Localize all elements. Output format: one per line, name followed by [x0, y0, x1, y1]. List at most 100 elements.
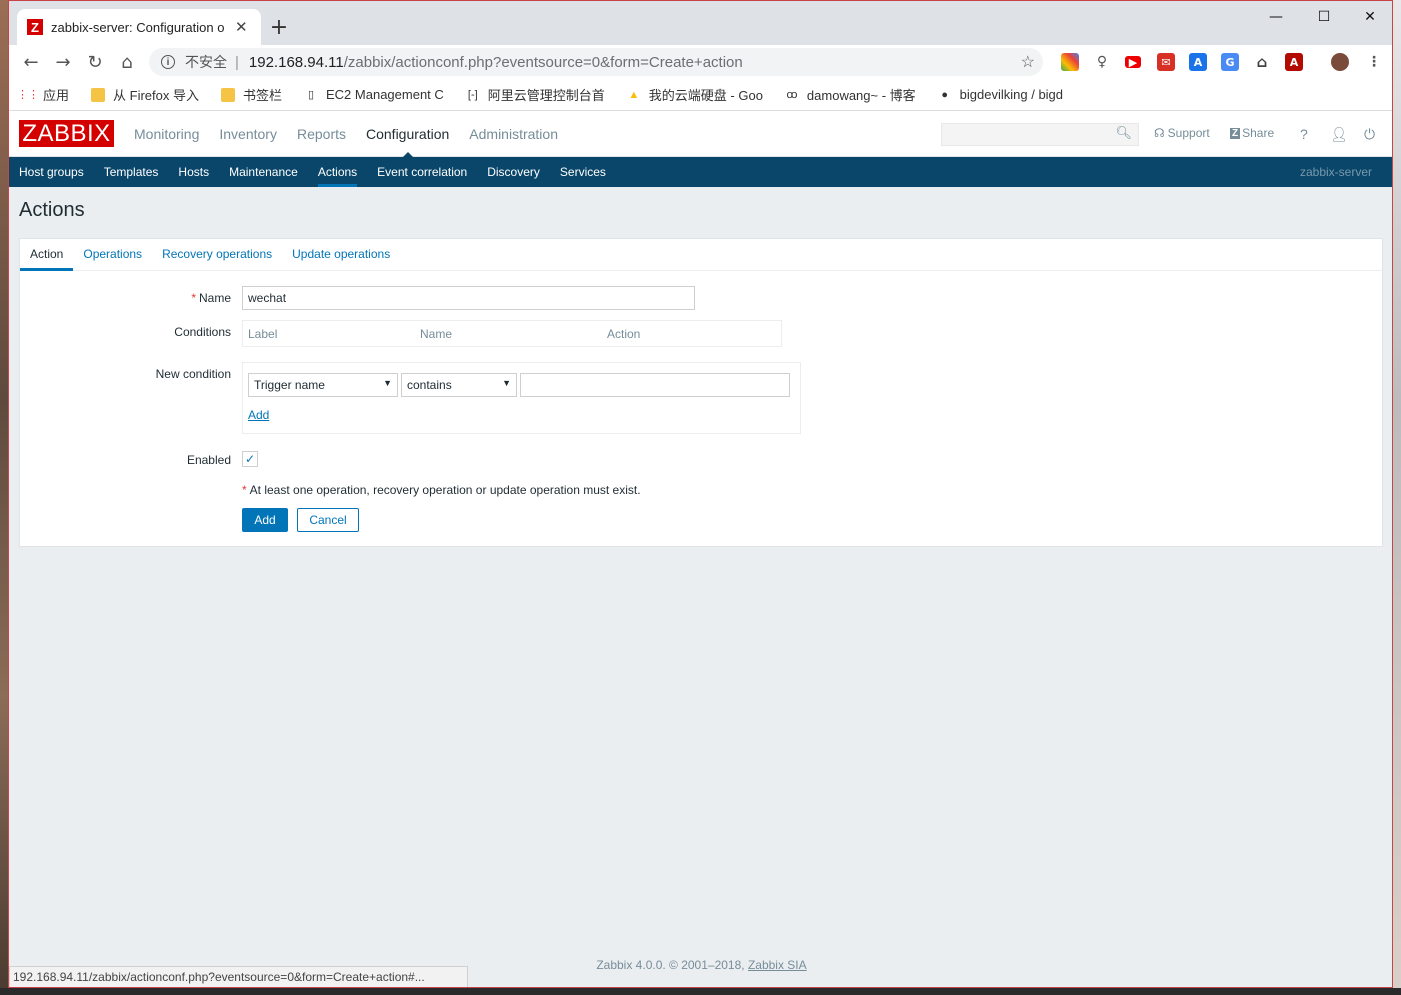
extension-mail-icon[interactable]: ✉: [1157, 53, 1175, 71]
support-link[interactable]: ☊ Support: [1154, 126, 1210, 140]
dropdown-arrow-icon: ▼: [383, 378, 392, 388]
apps-grid-icon: ⋮⋮: [17, 89, 39, 101]
dropdown-arrow-icon: ▼: [502, 378, 511, 388]
drive-icon: ▲: [628, 88, 640, 101]
submenu-templates[interactable]: Templates: [94, 157, 169, 187]
main-menu: Monitoring Inventory Reports Configurati…: [124, 111, 568, 158]
name-label: * Name: [191, 291, 231, 305]
bookmark-blog[interactable]: ꝏ damowang~ - 博客: [785, 85, 915, 104]
enabled-checkbox[interactable]: ✓: [242, 451, 258, 467]
submenu-discovery[interactable]: Discovery: [477, 157, 550, 187]
address-bar[interactable]: i 不安全 | 192.168.94.11 /zabbix/actionconf…: [149, 48, 1043, 76]
conditions-table: Label Name Action: [242, 320, 782, 347]
extension-translate-icon[interactable]: A: [1189, 53, 1207, 71]
tab-title: zabbix-server: Configuration o: [51, 19, 225, 35]
tab-operations[interactable]: Operations: [73, 238, 152, 270]
page-icon: ▯: [307, 89, 315, 101]
minimize-icon[interactable]: —: [1253, 5, 1299, 29]
user-profile-icon[interactable]: 👤︎: [1330, 126, 1348, 143]
browser-titlebar: Z zabbix-server: Configuration o ✕ + — ☐…: [9, 1, 1392, 45]
submenu-hosts[interactable]: Hosts: [168, 157, 219, 187]
conditions-header-name: Name: [420, 327, 453, 341]
extension-bulb-icon[interactable]: ♀: [1093, 53, 1111, 71]
bookmark-ec2[interactable]: ▯ EC2 Management C: [304, 87, 444, 102]
close-window-icon[interactable]: ✕: [1347, 5, 1392, 29]
bookmarks-bar: ⋮⋮ 应用 从 Firefox 导入 书签栏 ▯ EC2 Management C …: [9, 79, 1392, 111]
url-host: 192.168.94.11: [248, 53, 344, 71]
url-separator: |: [235, 53, 239, 71]
add-button[interactable]: Add: [242, 508, 288, 532]
zabbix-logo[interactable]: ZABBIX: [19, 120, 114, 147]
browser-tab[interactable]: Z zabbix-server: Configuration o ✕: [17, 9, 261, 45]
bookmark-github[interactable]: ● bigdevilking / bigd: [938, 87, 1063, 102]
action-form-card: Action Operations Recovery operations Up…: [19, 238, 1383, 547]
browser-toolbar: ← → ↻ ⌂ i 不安全 | 192.168.94.11 /zabbix/ac…: [9, 45, 1392, 79]
insecure-label: 不安全: [185, 54, 227, 70]
condition-operator-select[interactable]: contains ▼: [401, 373, 517, 397]
submenu-maintenance[interactable]: Maintenance: [219, 157, 308, 187]
site-info-icon[interactable]: i: [161, 55, 175, 69]
menu-inventory[interactable]: Inventory: [209, 126, 287, 142]
bookmark-apps[interactable]: ⋮⋮ 应用: [17, 85, 69, 104]
taskbar-strip: [0, 988, 1401, 995]
conditions-header-action: Action: [607, 327, 641, 341]
conditions-header-label: Label: [248, 327, 278, 341]
page-title: Actions: [19, 199, 85, 221]
menu-reports[interactable]: Reports: [287, 126, 356, 142]
new-condition-panel: Trigger name ▼ contains ▼ Add: [242, 362, 801, 434]
bookmark-google-drive[interactable]: ▲ 我的云端硬盘 - Goo: [627, 85, 763, 104]
url-path: /zabbix/actionconf.php?eventsource=0&for…: [343, 53, 743, 71]
bookmark-firefox-import[interactable]: 从 Firefox 导入: [91, 85, 199, 104]
bookmark-aliyun[interactable]: [-] 阿里云管理控制台首: [466, 85, 605, 104]
extension-youtube-icon[interactable]: ▶: [1125, 56, 1141, 69]
browser-menu-icon[interactable]: ⋮: [1365, 53, 1383, 71]
back-icon[interactable]: ←: [15, 48, 47, 76]
menu-administration[interactable]: Administration: [459, 126, 568, 142]
tab-recovery-operations[interactable]: Recovery operations: [152, 238, 282, 270]
zabbix-sia-link[interactable]: Zabbix SIA: [748, 958, 807, 972]
condition-value-input[interactable]: [520, 373, 790, 397]
submenu-event-correlation[interactable]: Event correlation: [367, 157, 477, 187]
tab-action[interactable]: Action: [20, 238, 74, 271]
operations-required-note: * At least one operation, recovery operat…: [242, 483, 641, 497]
status-bar-url: 192.168.94.11/zabbix/actionconf.php?even…: [9, 966, 468, 987]
global-search-input[interactable]: 🔍︎: [941, 123, 1139, 146]
aliyun-icon: [-]: [467, 88, 478, 101]
zabbix-favicon-icon: Z: [27, 19, 43, 35]
share-z-icon: Z: [1230, 127, 1241, 139]
close-tab-icon[interactable]: ✕: [235, 18, 248, 36]
bookmark-star-icon[interactable]: ☆: [1021, 52, 1035, 72]
folder-icon: [220, 87, 235, 102]
submenu-host-groups[interactable]: Host groups: [9, 157, 94, 187]
blog-icon: ꝏ: [786, 89, 798, 101]
bookmark-bookmarks-bar[interactable]: 书签栏: [220, 85, 282, 104]
extension-pdf-icon[interactable]: A: [1285, 53, 1303, 71]
name-input[interactable]: wechat: [242, 286, 695, 310]
reload-icon[interactable]: ↻: [79, 48, 111, 76]
tab-update-operations[interactable]: Update operations: [282, 238, 400, 270]
cancel-button[interactable]: Cancel: [297, 508, 359, 532]
zabbix-header: ZABBIX Monitoring Inventory Reports Conf…: [9, 111, 1392, 158]
menu-configuration[interactable]: Configuration: [356, 126, 459, 158]
new-tab-button[interactable]: +: [265, 13, 293, 41]
menu-monitoring[interactable]: Monitoring: [124, 126, 209, 142]
submenu-services[interactable]: Services: [550, 157, 616, 187]
form-tabs: Action Operations Recovery operations Up…: [20, 239, 1382, 271]
profile-avatar[interactable]: [1331, 53, 1349, 71]
extension-google-translate-icon[interactable]: G: [1221, 53, 1239, 71]
submenu-actions[interactable]: Actions: [308, 157, 367, 187]
extension-home-icon[interactable]: ⌂: [1253, 53, 1271, 71]
browser-window: Z zabbix-server: Configuration o ✕ + — ☐…: [8, 0, 1393, 988]
condition-type-select[interactable]: Trigger name ▼: [248, 373, 398, 397]
share-link[interactable]: Z Share: [1230, 126, 1274, 140]
add-condition-link[interactable]: Add: [248, 408, 269, 422]
enabled-label: Enabled: [186, 453, 231, 467]
logout-icon[interactable]: ⏻: [1364, 126, 1375, 143]
extension-colorful-icon[interactable]: [1061, 53, 1079, 71]
desktop-background-right: [1393, 0, 1401, 995]
search-icon[interactable]: 🔍︎: [1115, 126, 1132, 141]
forward-icon[interactable]: →: [47, 48, 79, 76]
home-icon[interactable]: ⌂: [111, 48, 143, 76]
maximize-icon[interactable]: ☐: [1301, 5, 1347, 29]
help-icon[interactable]: ?: [1300, 126, 1308, 142]
